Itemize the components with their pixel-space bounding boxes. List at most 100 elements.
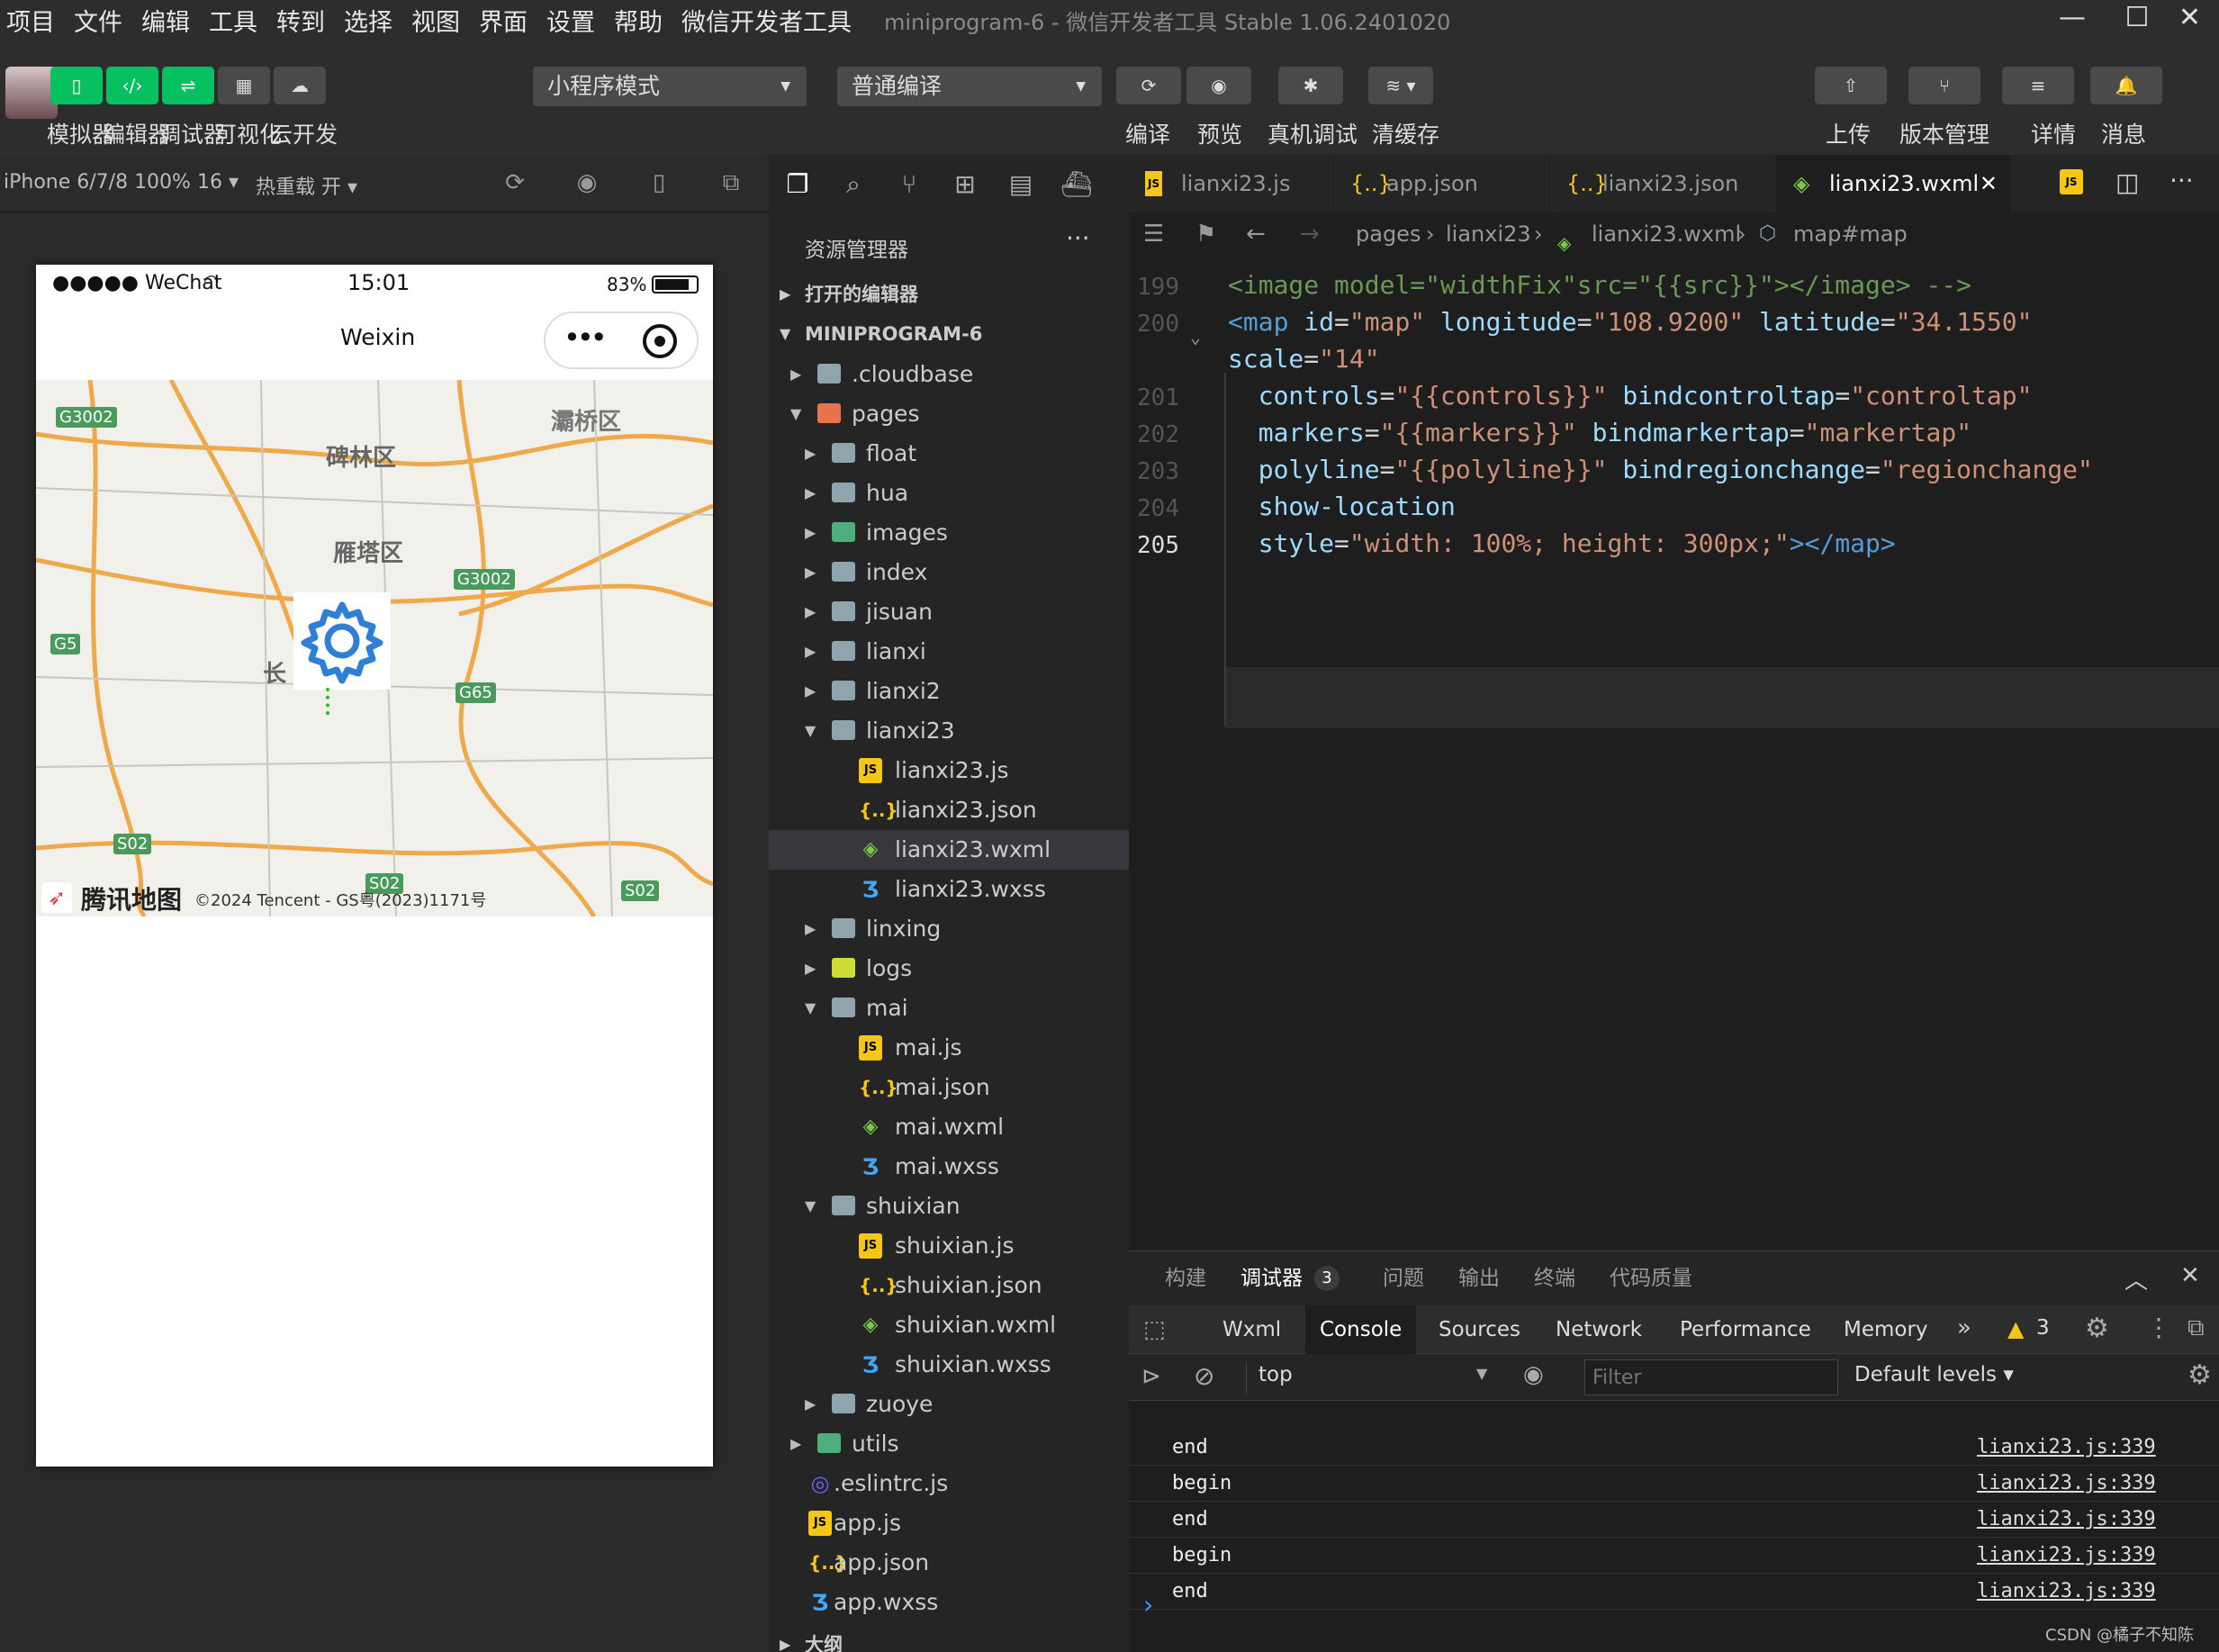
menu-item[interactable]: 微信开发者工具 bbox=[681, 3, 852, 38]
eye-button[interactable]: ◉ bbox=[1186, 67, 1251, 104]
tree-folder[interactable]: ▶ logs bbox=[769, 949, 1129, 988]
phone-toggle-button[interactable]: ▯ bbox=[50, 67, 103, 104]
more-icon[interactable]: ••• bbox=[564, 320, 608, 355]
editor-tab[interactable]: ◈ lianxi23.wxml ✕ bbox=[1777, 155, 2011, 212]
chevron-right-icon[interactable]: ▶ bbox=[790, 1424, 801, 1464]
open-editors-section[interactable]: ▶ 打开的编辑器 bbox=[769, 275, 1129, 313]
tree-file[interactable]: {..} shuixian.json bbox=[769, 1266, 1129, 1305]
warning-icon[interactable]: ▲ bbox=[2007, 1316, 2024, 1341]
console-settings-icon[interactable]: ⚙ bbox=[2187, 1359, 2212, 1391]
filter-input[interactable] bbox=[1584, 1359, 1838, 1395]
refresh-icon[interactable]: ⟳ bbox=[501, 169, 529, 198]
breadcrumb-item[interactable]: lianxi23.wxml bbox=[1592, 212, 1741, 256]
chevron-right-icon[interactable]: ▶ bbox=[805, 592, 816, 632]
extensions-icon[interactable]: ⊞ bbox=[949, 169, 981, 202]
tree-folder[interactable]: ▶ linxing bbox=[769, 909, 1129, 949]
tab-sources[interactable]: Sources bbox=[1439, 1305, 1520, 1354]
tree-folder[interactable]: ▼ pages bbox=[769, 394, 1129, 434]
clear-console-icon[interactable]: ⊘ bbox=[1194, 1361, 1214, 1391]
menu-item[interactable]: 帮助 bbox=[614, 3, 663, 38]
chevron-down-icon[interactable]: ▼ bbox=[805, 1187, 816, 1226]
levels-select[interactable]: Default levels ▾ bbox=[1854, 1363, 2014, 1386]
refresh-button[interactable]: ⟳ bbox=[1116, 67, 1181, 104]
breadcrumb-item[interactable]: pages bbox=[1356, 212, 1421, 256]
tab-problems[interactable]: 问题 bbox=[1383, 1251, 1424, 1305]
chevron-right-icon[interactable]: ▶ bbox=[805, 474, 816, 513]
gear-icon[interactable] bbox=[293, 592, 391, 690]
map-marker[interactable] bbox=[326, 688, 329, 715]
tab-console[interactable]: Console bbox=[1305, 1305, 1417, 1354]
tab-performance[interactable]: Performance bbox=[1680, 1305, 1811, 1354]
map-control[interactable] bbox=[293, 592, 391, 690]
tree-folder[interactable]: ▶ jisuan bbox=[769, 592, 1129, 632]
tree-file[interactable]: ◈ shuixian.wxml bbox=[769, 1305, 1129, 1345]
menu-item[interactable]: 设置 bbox=[546, 3, 595, 38]
tab-memory[interactable]: Memory bbox=[1844, 1305, 1928, 1354]
tree-file[interactable]: JS shuixian.js bbox=[769, 1226, 1129, 1266]
menu-button[interactable]: ≡ bbox=[2002, 67, 2074, 104]
tree-file[interactable]: ◈ lianxi23.wxml bbox=[769, 830, 1129, 870]
tree-file[interactable]: ◎ .eslintrc.js bbox=[769, 1464, 1129, 1503]
outline-section[interactable]: ▶ 大纲 bbox=[769, 1626, 1129, 1652]
layers-button[interactable]: ≋ ▾ bbox=[1368, 67, 1433, 104]
map-view[interactable]: 碑林区 雁塔区 灞桥区 长 G3002 G3002 G5 G65 S02 S02… bbox=[36, 380, 713, 916]
back-icon[interactable]: ← bbox=[1246, 212, 1266, 256]
tree-folder[interactable]: ▶ lianxi bbox=[769, 632, 1129, 672]
menu-item[interactable]: 选择 bbox=[344, 3, 392, 38]
chevron-right-icon[interactable]: ▶ bbox=[805, 632, 816, 672]
fold-chevron-icon[interactable]: ⌄ bbox=[1190, 326, 1201, 348]
project-section[interactable]: ▼ MINIPROGRAM-6 bbox=[769, 315, 1129, 353]
minimize-button[interactable]: — bbox=[2040, 0, 2105, 40]
list-icon[interactable]: ☰ bbox=[1143, 212, 1164, 256]
menu-item[interactable]: 转到 bbox=[276, 3, 325, 38]
chevron-right-icon[interactable]: ▶ bbox=[805, 949, 816, 988]
collapse-panel-icon[interactable]: ︿ bbox=[2124, 1262, 2148, 1295]
compile-select[interactable]: 普通编译 ▼ bbox=[837, 67, 1102, 106]
phone-icon[interactable]: ▯ bbox=[645, 169, 673, 198]
code-toggle-button[interactable]: ‹/› bbox=[106, 67, 158, 104]
chevron-down-icon[interactable]: ▼ bbox=[1476, 1365, 1487, 1382]
popout-icon[interactable]: ⧉ bbox=[717, 169, 745, 198]
close-mini-icon[interactable] bbox=[643, 324, 677, 358]
tree-file[interactable]: Ʒmai.wxss bbox=[769, 1147, 1129, 1187]
tab-wxml[interactable]: Wxml bbox=[1222, 1305, 1281, 1354]
files-icon[interactable]: ❐ bbox=[781, 169, 814, 202]
tree-file[interactable]: {..} app.json bbox=[769, 1543, 1129, 1583]
storage-icon[interactable]: ▤ bbox=[1005, 169, 1037, 202]
tree-folder[interactable]: ▶ utils bbox=[769, 1424, 1129, 1464]
breadcrumb-item[interactable]: lianxi23 bbox=[1446, 212, 1531, 256]
tree-folder[interactable]: ▶ index bbox=[769, 553, 1129, 592]
close-window-button[interactable]: ✕ bbox=[2160, 0, 2219, 40]
cloud-toggle-button[interactable]: ☁ bbox=[274, 67, 326, 104]
log-source-link[interactable]: lianxi23.js:339 bbox=[1977, 1574, 2156, 1610]
search-icon[interactable]: ⌕ bbox=[837, 169, 870, 202]
bookmark-icon[interactable]: ⚑ bbox=[1195, 212, 1216, 256]
tree-folder[interactable]: ▶ hua bbox=[769, 474, 1129, 513]
log-source-link[interactable]: lianxi23.js:339 bbox=[1977, 1502, 2156, 1538]
capsule-button[interactable]: ••• bbox=[544, 311, 699, 369]
mode-select[interactable]: 小程序模式 ▼ bbox=[533, 67, 807, 106]
chevron-right-icon[interactable]: ▶ bbox=[790, 355, 801, 394]
chevron-down-icon[interactable]: ▼ bbox=[790, 394, 801, 434]
chevron-right-icon[interactable]: ▶ bbox=[805, 909, 816, 949]
editor-tab[interactable]: {..} app.json bbox=[1334, 155, 1550, 212]
menu-item[interactable]: 编辑 bbox=[141, 3, 190, 38]
chevron-right-icon[interactable]: ▶ bbox=[805, 1385, 816, 1424]
tree-folder[interactable]: ▶ .cloudbase bbox=[769, 355, 1129, 394]
tree-folder[interactable]: ▶ float bbox=[769, 434, 1129, 474]
menu-item[interactable]: 项目 bbox=[6, 3, 55, 38]
chevron-down-icon[interactable]: ▼ bbox=[805, 711, 816, 751]
menu-item[interactable]: 视图 bbox=[411, 3, 460, 38]
tab-debugger[interactable]: 调试器 bbox=[1240, 1251, 1303, 1305]
more-icon[interactable]: ··· bbox=[1066, 223, 1090, 253]
tree-file[interactable]: Ʒapp.wxss bbox=[769, 1583, 1129, 1622]
eye-icon[interactable]: ◉ bbox=[1523, 1361, 1544, 1388]
tree-file[interactable]: {..} mai.json bbox=[769, 1068, 1129, 1107]
bell-button[interactable]: 🔔 bbox=[2090, 67, 2162, 104]
inspect-icon[interactable]: ⬚ bbox=[1143, 1316, 1166, 1343]
forward-icon[interactable]: → bbox=[1300, 212, 1320, 256]
editor-tab[interactable]: JS lianxi23.js bbox=[1129, 155, 1334, 212]
sidebar-toggle-icon[interactable]: ⊳ bbox=[1141, 1363, 1161, 1390]
docker-icon[interactable]: ⛴ bbox=[1060, 169, 1093, 202]
chevron-right-icon[interactable]: ▶ bbox=[805, 434, 816, 474]
